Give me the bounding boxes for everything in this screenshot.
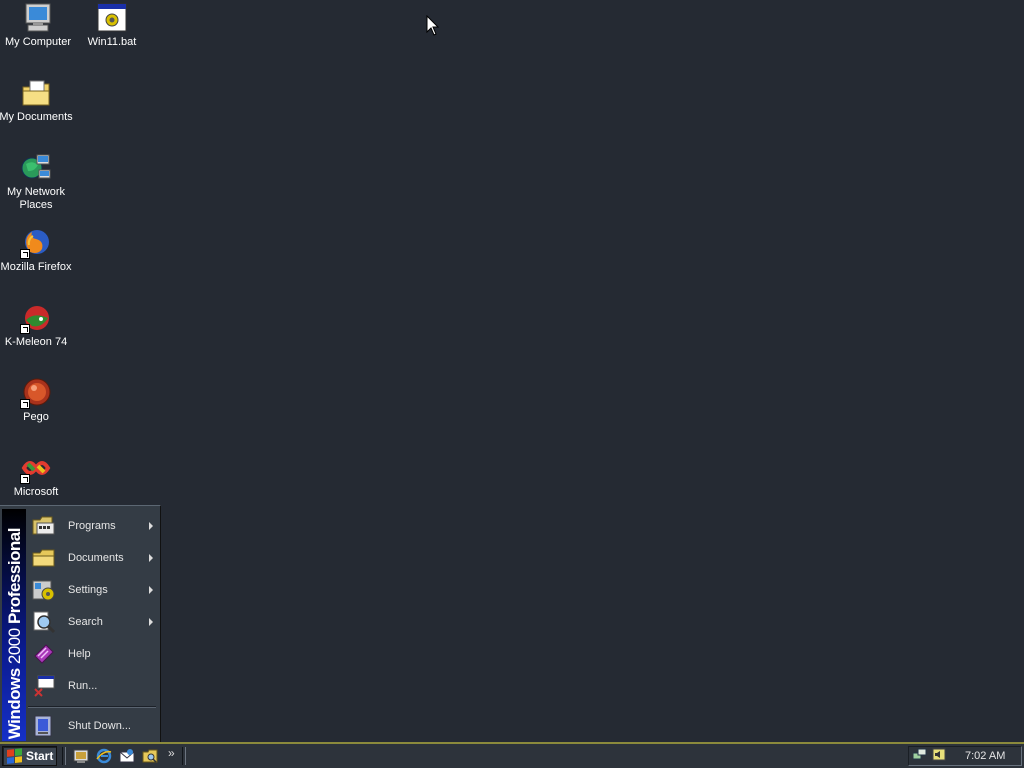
shortcut-arrow-icon: [20, 474, 30, 484]
menu-separator: [28, 706, 156, 708]
batch-file-icon: [96, 2, 128, 34]
mouse-cursor-icon: [426, 15, 440, 36]
network-places-icon: [20, 152, 52, 184]
menu-item-label: Documents: [68, 552, 124, 564]
shortcut-arrow-icon: [20, 324, 30, 334]
desktop-icon-label: Microsoft: [13, 486, 59, 498]
desktop-icon-label: Win11.bat: [87, 36, 137, 48]
menu-item-run[interactable]: Run...: [28, 671, 158, 701]
start-menu-banner: Windows 2000 Professional: [2, 509, 26, 741]
shortcut-arrow-icon: [20, 399, 30, 409]
desktop-icon-label: Pego: [23, 411, 49, 423]
menu-item-label: Run...: [68, 680, 98, 692]
menu-item-shut-down[interactable]: Shut Down...: [28, 711, 158, 741]
desktop-icon-label: My Computer: [4, 36, 72, 48]
submenu-arrow-icon: [149, 618, 153, 626]
menu-item-label: Settings: [68, 584, 108, 596]
taskbar: Start » 7:02 AM: [0, 742, 1024, 768]
k-meleon-icon: [20, 302, 52, 334]
menu-item-settings[interactable]: Settings: [28, 575, 158, 605]
desktop-icon-label: Mozilla Firefox: [0, 261, 72, 273]
programs-icon: [32, 514, 56, 538]
quick-launch-chevron[interactable]: »: [168, 746, 175, 760]
explorer-icon[interactable]: [142, 748, 158, 764]
outlook-express-icon[interactable]: [119, 748, 135, 764]
toolbar-grip[interactable]: [62, 747, 66, 765]
shutdown-icon: [32, 714, 56, 738]
menu-item-help[interactable]: Help: [28, 639, 158, 669]
desktop-icon-label: My Network Places: [6, 186, 66, 211]
menu-item-label: Programs: [68, 520, 116, 532]
network-tray-icon[interactable]: [912, 748, 927, 761]
show-desktop-icon[interactable]: [73, 748, 89, 764]
desktop-icon-label: My Documents: [0, 111, 73, 123]
desktop-icon-win11-bat[interactable]: Win11.bat: [74, 2, 150, 49]
banner-edition: Professional: [5, 527, 24, 624]
start-button[interactable]: Start: [2, 746, 57, 766]
documents-icon: [32, 546, 56, 570]
shortcut-arrow-icon: [20, 249, 30, 259]
settings-icon: [32, 578, 56, 602]
menu-item-programs[interactable]: Programs: [28, 511, 158, 541]
internet-explorer-icon[interactable]: [96, 748, 112, 764]
firefox-icon: [20, 227, 52, 259]
banner-version: 2000: [5, 627, 24, 664]
search-icon: [32, 610, 56, 634]
desktop-icon-my-network-places[interactable]: My Network Places: [0, 152, 74, 212]
desktop-icon-my-computer[interactable]: My Computer: [0, 2, 76, 49]
visual-studio-icon: [20, 452, 52, 484]
desktop-icon-microsoft[interactable]: Microsoft: [0, 452, 74, 499]
desktop-icon-my-documents[interactable]: My Documents: [0, 77, 74, 124]
banner-product: Windows: [5, 668, 24, 739]
toolbar-grip[interactable]: [182, 747, 186, 765]
my-computer-icon: [22, 2, 54, 34]
submenu-arrow-icon: [149, 586, 153, 594]
help-icon: [32, 642, 56, 666]
windows-flag-icon: [7, 748, 23, 764]
run-icon: [32, 674, 56, 698]
submenu-arrow-icon: [149, 522, 153, 530]
start-menu: Windows 2000 Professional Programs Docum…: [0, 505, 161, 742]
pego-icon: [20, 377, 52, 409]
desktop-icon-label: K-Meleon 74: [4, 336, 68, 348]
desktop-icon-mozilla-firefox[interactable]: Mozilla Firefox: [0, 227, 74, 274]
menu-item-label: Help: [68, 648, 91, 660]
menu-item-documents[interactable]: Documents: [28, 543, 158, 573]
desktop-icon-k-meleon[interactable]: K-Meleon 74: [0, 302, 74, 349]
menu-item-label: Search: [68, 616, 103, 628]
volume-tray-icon[interactable]: [932, 748, 946, 761]
submenu-arrow-icon: [149, 554, 153, 562]
clock[interactable]: 7:02 AM: [965, 750, 1005, 762]
menu-item-label: Shut Down...: [68, 720, 131, 732]
my-documents-icon: [20, 77, 52, 109]
desktop-icon-pego[interactable]: Pego: [0, 377, 74, 424]
start-label: Start: [26, 749, 54, 763]
menu-item-search[interactable]: Search: [28, 607, 158, 637]
